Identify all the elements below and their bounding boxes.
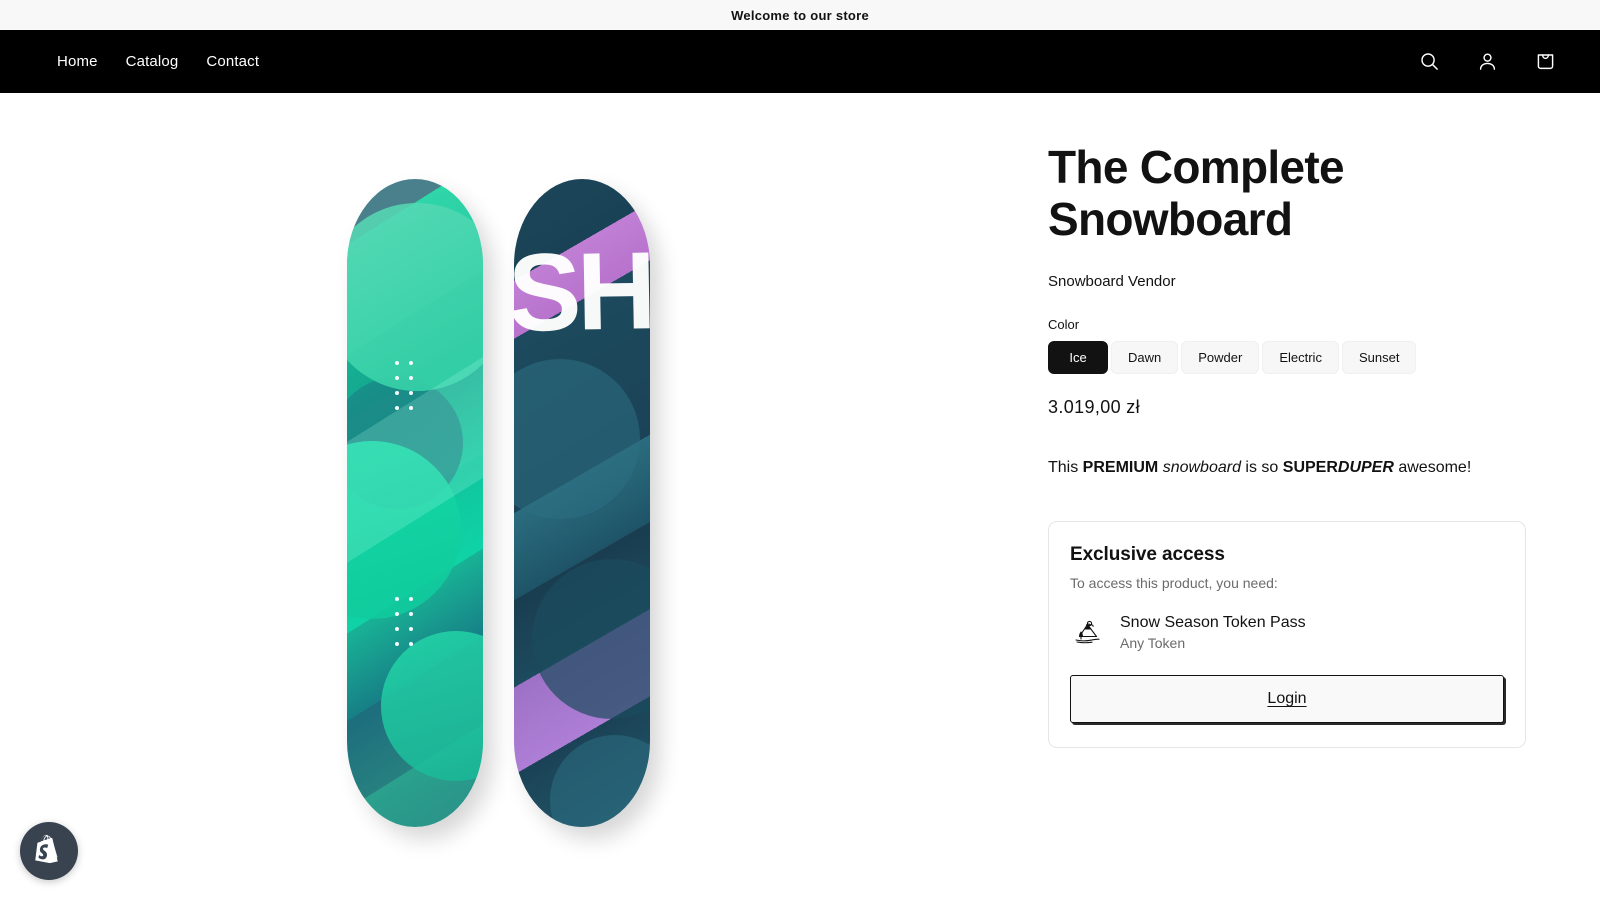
product-info: The Complete Snowboard Snowboard Vendor … [1040, 93, 1600, 749]
snowboard-left-deck [347, 178, 483, 827]
color-swatch-electric[interactable]: Electric [1262, 341, 1339, 375]
exclusive-access-card: Exclusive access To access this product,… [1048, 521, 1526, 749]
product-media-gallery: SHOPIFY [0, 93, 1040, 900]
binding-holes-lower [395, 596, 423, 657]
color-swatch-ice[interactable]: Ice [1048, 341, 1108, 375]
product-page-main: SHOPIFY The Complete Snowboard Snowboard… [0, 93, 1600, 900]
announcement-text: Welcome to our store [731, 7, 869, 23]
snowboard-right-deck: SHOPIFY [514, 178, 650, 827]
color-option-list: Ice Dawn Powder Electric Sunset [1048, 341, 1525, 375]
account-icon[interactable] [1465, 40, 1509, 84]
color-option-label: Color [1048, 317, 1080, 333]
primary-navigation: Home Catalog Contact [55, 47, 261, 76]
site-header: Home Catalog Contact [0, 30, 1600, 93]
header-icon-group [1407, 40, 1567, 84]
snow-mountain-token-icon [1070, 614, 1106, 650]
description-part-5: is so [1240, 459, 1283, 477]
nav-item-catalog[interactable]: Catalog [124, 47, 181, 76]
description-super: SUPER [1282, 459, 1338, 477]
nav-link-contact[interactable]: Contact [204, 47, 261, 76]
color-swatch-dawn[interactable]: Dawn [1111, 341, 1179, 375]
color-swatch-sunset[interactable]: Sunset [1341, 341, 1417, 375]
description-part-8: awesome! [1393, 459, 1472, 477]
token-details: Snow Season Token Pass Any Token [1120, 613, 1306, 651]
snowboard-image[interactable]: SHOPIFY [347, 178, 677, 839]
binding-holes-upper [395, 360, 423, 421]
color-swatch-powder[interactable]: Powder [1181, 341, 1260, 375]
snowboard-wordmark: SHOPIFY [514, 223, 650, 355]
description-snowboard: snowboard [1162, 459, 1241, 477]
description-part-1: This [1048, 459, 1083, 477]
exclusive-access-subtitle: To access this product, you need: [1070, 575, 1278, 592]
nav-item-contact[interactable]: Contact [204, 47, 261, 76]
exclusive-access-title: Exclusive access [1070, 544, 1225, 566]
cart-icon[interactable] [1523, 40, 1567, 84]
nav-item-home[interactable]: Home [55, 47, 100, 76]
product-description: This PREMIUM snowboard is so SUPERDUPER … [1048, 456, 1525, 480]
shopify-chat-button[interactable] [20, 822, 78, 880]
login-button[interactable]: Login [1070, 675, 1504, 724]
token-requirement-row: Snow Season Token Pass Any Token [1070, 613, 1504, 651]
shopify-bag-icon [34, 834, 64, 869]
search-icon[interactable] [1407, 40, 1451, 84]
token-name: Snow Season Token Pass [1120, 614, 1306, 632]
login-button-label: Login [1267, 690, 1307, 708]
description-premium: PREMIUM [1082, 459, 1159, 477]
token-quantity: Any Token [1120, 635, 1186, 652]
product-vendor: Snowboard Vendor [1048, 273, 1176, 291]
product-price: 3.019,00 zł [1048, 397, 1141, 418]
nav-link-home[interactable]: Home [55, 47, 100, 76]
description-duper: DUPER [1337, 459, 1394, 477]
nav-link-catalog[interactable]: Catalog [124, 47, 181, 76]
announcement-bar: Welcome to our store [0, 0, 1600, 30]
page-title: The Complete Snowboard [1048, 141, 1345, 245]
